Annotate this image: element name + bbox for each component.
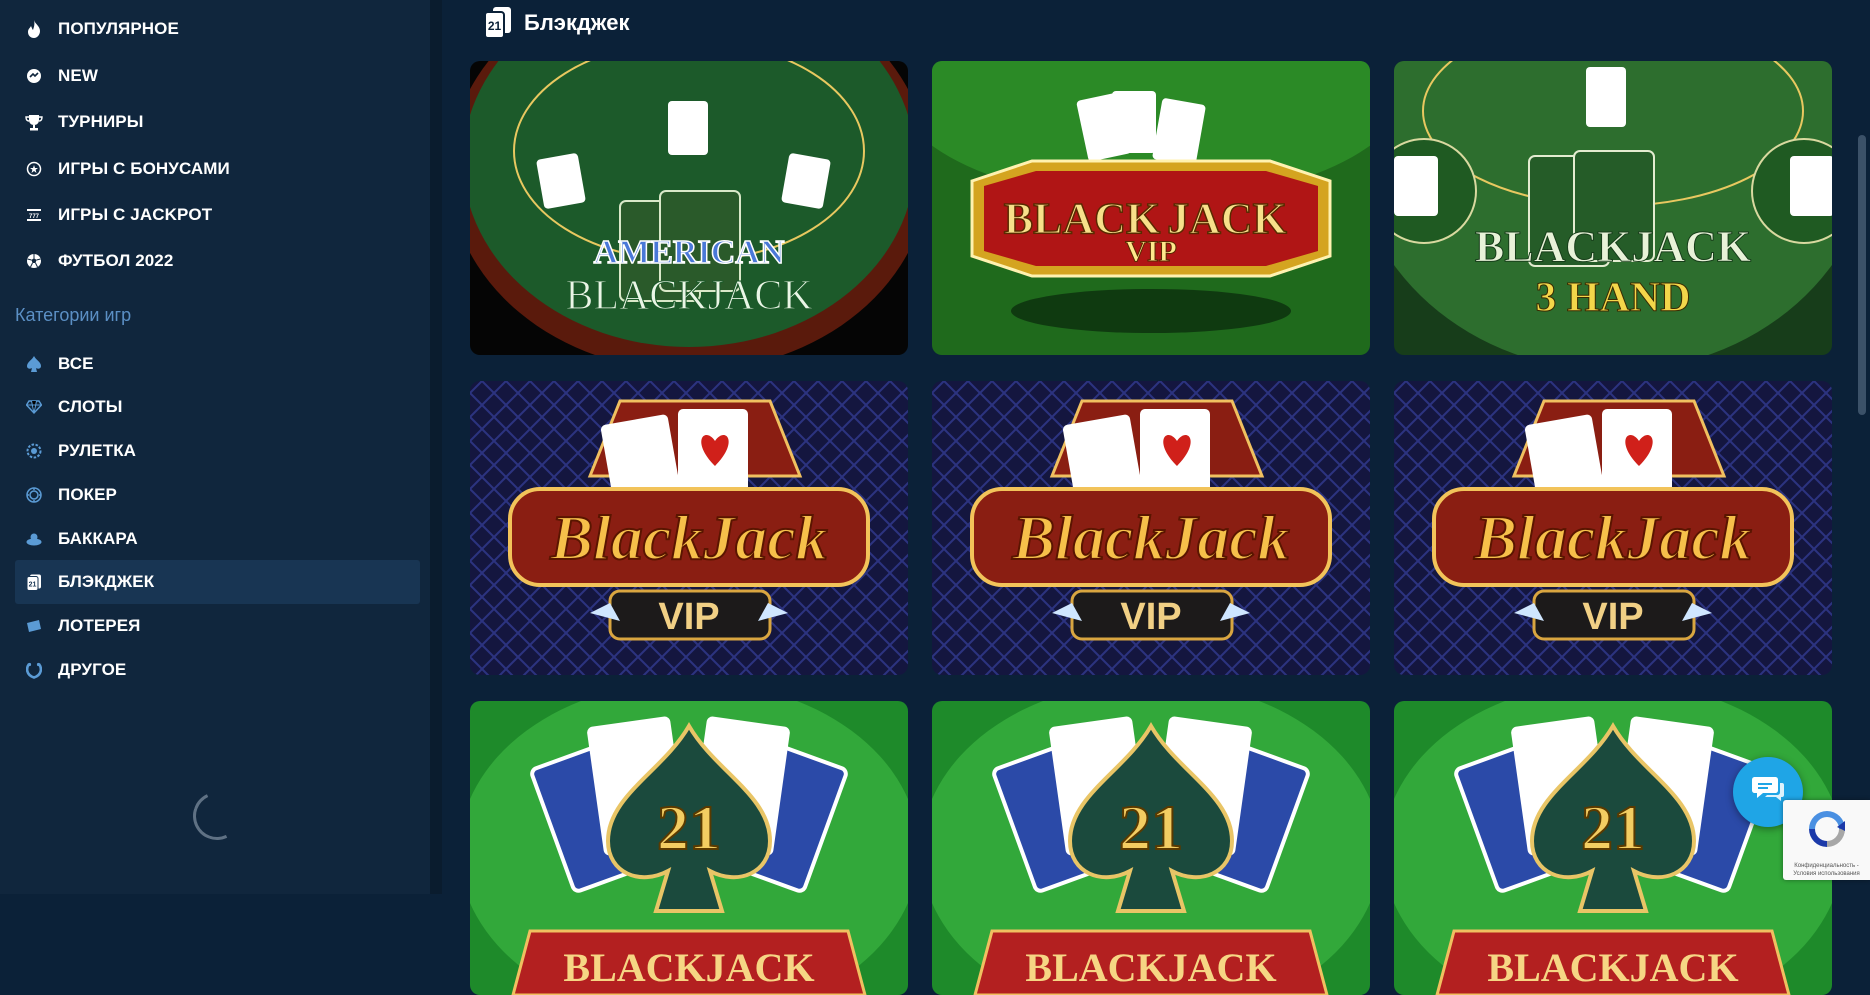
playing-card bbox=[1394, 156, 1438, 216]
blackjack-icon: 21 bbox=[24, 572, 44, 592]
sidebar-item-label: ПОКЕР bbox=[58, 485, 117, 504]
sidebar-item-tournaments[interactable]: ТУРНИРЫ bbox=[15, 100, 420, 144]
game-title-line: VIP bbox=[1582, 596, 1643, 638]
trophy-icon bbox=[24, 112, 44, 132]
poker-chip-icon bbox=[24, 485, 44, 505]
recaptcha-text: Конфиденциальность - Условия использован… bbox=[1793, 863, 1860, 877]
sidebar-divider bbox=[430, 0, 442, 894]
sidebar-item-label: ВСЕ bbox=[58, 354, 94, 373]
baccarat-icon bbox=[24, 529, 44, 549]
sidebar-item-label: ФУТБОЛ 2022 bbox=[58, 251, 174, 270]
game-card[interactable]: BlackJack VIP bbox=[932, 381, 1370, 675]
sidebar-item-label: ЛОТЕРЕЯ bbox=[58, 616, 141, 635]
sidebar-item-blackjack[interactable]: 21 БЛЭКДЖЕК bbox=[15, 560, 420, 604]
game-title-line: 21 bbox=[1119, 792, 1183, 863]
game-title-line: BlackJack bbox=[1473, 502, 1751, 573]
ticket-icon bbox=[24, 616, 44, 636]
blackjack-icon: 21 bbox=[484, 7, 512, 39]
sidebar-item-poker[interactable]: ПОКЕР bbox=[15, 473, 420, 517]
diamond-icon bbox=[24, 397, 44, 417]
sidebar-item-label: ИГРЫ С JACKPOT bbox=[58, 205, 213, 224]
sidebar-item-roulette[interactable]: РУЛЕТКА bbox=[15, 429, 420, 473]
chat-icon bbox=[1751, 775, 1785, 810]
sidebar-item-label: ПОПУЛЯРНОЕ bbox=[58, 19, 179, 38]
loading-spinner bbox=[186, 785, 248, 847]
game-card[interactable]: AMERICAN BLACKJACK bbox=[470, 61, 908, 355]
svg-text:21: 21 bbox=[29, 581, 37, 588]
sidebar: ПОПУЛЯРНОЕ NEW ТУРНИРЫ ИГРЫ С БОНУСАМИ 7… bbox=[0, 0, 430, 894]
sidebar-item-slots[interactable]: СЛОТЫ bbox=[15, 385, 420, 429]
new-badge-icon bbox=[24, 66, 44, 86]
sidebar-item-label: СЛОТЫ bbox=[58, 397, 123, 416]
sidebar-item-label: БЛЭКДЖЕК bbox=[58, 572, 155, 591]
game-card[interactable]: BlackJack VIP bbox=[470, 381, 908, 675]
page-title: Блэкджек bbox=[524, 10, 630, 35]
sidebar-item-baccarat[interactable]: БАККАРА bbox=[15, 517, 420, 561]
game-card[interactable]: 21 BLACKJACK bbox=[932, 701, 1370, 995]
sidebar-item-other[interactable]: ДРУГОЕ bbox=[15, 648, 420, 692]
recaptcha-badge[interactable]: Конфиденциальность - Условия использован… bbox=[1783, 800, 1870, 880]
game-title-line: VIP bbox=[1125, 235, 1177, 268]
sidebar-item-label: ТУРНИРЫ bbox=[58, 112, 144, 131]
game-title-line: BLACKJACK bbox=[1487, 945, 1738, 990]
roulette-icon bbox=[24, 441, 44, 461]
recaptcha-icon bbox=[1801, 800, 1853, 860]
game-title-line: BLACKJACK bbox=[565, 273, 812, 319]
game-title-line: BlackJack bbox=[1011, 502, 1289, 573]
spade-icon bbox=[24, 354, 44, 374]
bonus-icon bbox=[24, 159, 44, 179]
playing-card bbox=[781, 153, 831, 209]
sidebar-item-popular[interactable]: ПОПУЛЯРНОЕ bbox=[15, 7, 420, 51]
football-icon bbox=[24, 251, 44, 271]
game-card[interactable]: BlackJack VIP bbox=[1394, 381, 1832, 675]
playing-card bbox=[668, 101, 708, 155]
sidebar-item-label: ДРУГОЕ bbox=[58, 660, 127, 679]
game-card[interactable]: BLACK JACK VIP bbox=[932, 61, 1370, 355]
jackpot-icon: 777 bbox=[24, 205, 44, 225]
game-title-line: 21 bbox=[1581, 792, 1645, 863]
game-card[interactable]: BLACKJACK 3 HAND bbox=[1394, 61, 1832, 355]
game-title-line: BLACKJACK bbox=[1475, 222, 1751, 271]
game-title-line: BLACKJACK bbox=[1025, 945, 1276, 990]
game-title-line: VIP bbox=[658, 596, 719, 638]
sidebar-item-new[interactable]: NEW bbox=[15, 54, 420, 98]
game-title-line: BLACKJACK bbox=[563, 945, 814, 990]
sidebar-item-label: БАККАРА bbox=[58, 529, 138, 548]
fire-icon bbox=[24, 19, 44, 39]
game-card[interactable]: 21 BLACKJACK bbox=[470, 701, 908, 995]
sidebar-item-bonus-games[interactable]: ИГРЫ С БОНУСАМИ bbox=[15, 147, 420, 191]
game-title-line: 21 bbox=[657, 792, 721, 863]
playing-card bbox=[1586, 67, 1626, 127]
horseshoe-icon bbox=[24, 660, 44, 680]
game-title-line: 3 HAND bbox=[1535, 275, 1690, 321]
sidebar-item-jackpot-games[interactable]: 777 ИГРЫ С JACKPOT bbox=[15, 193, 420, 237]
playing-card bbox=[1112, 91, 1156, 153]
categories-title: Категории игр bbox=[15, 305, 132, 325]
svg-text:21: 21 bbox=[488, 19, 502, 33]
game-title-line: AMERICAN bbox=[594, 234, 785, 271]
game-title-line: BlackJack bbox=[549, 502, 827, 573]
sidebar-item-all[interactable]: ВСЕ bbox=[15, 342, 420, 386]
game-card[interactable]: 21 BLACKJACK bbox=[1394, 701, 1832, 995]
sidebar-item-label: РУЛЕТКА bbox=[58, 441, 137, 460]
playing-card bbox=[536, 153, 586, 209]
game-title-line: JACK bbox=[1167, 194, 1287, 243]
sidebar-item-lottery[interactable]: ЛОТЕРЕЯ bbox=[15, 604, 420, 648]
sidebar-item-football[interactable]: ФУТБОЛ 2022 bbox=[15, 239, 420, 283]
page-header: 21 Блэкджек bbox=[484, 6, 629, 40]
game-title-line: VIP bbox=[1120, 596, 1181, 638]
scrollbar-thumb[interactable] bbox=[1858, 135, 1866, 415]
sidebar-item-label: NEW bbox=[58, 66, 98, 85]
sidebar-item-label: ИГРЫ С БОНУСАМИ bbox=[58, 159, 230, 178]
playing-card bbox=[1790, 156, 1832, 216]
